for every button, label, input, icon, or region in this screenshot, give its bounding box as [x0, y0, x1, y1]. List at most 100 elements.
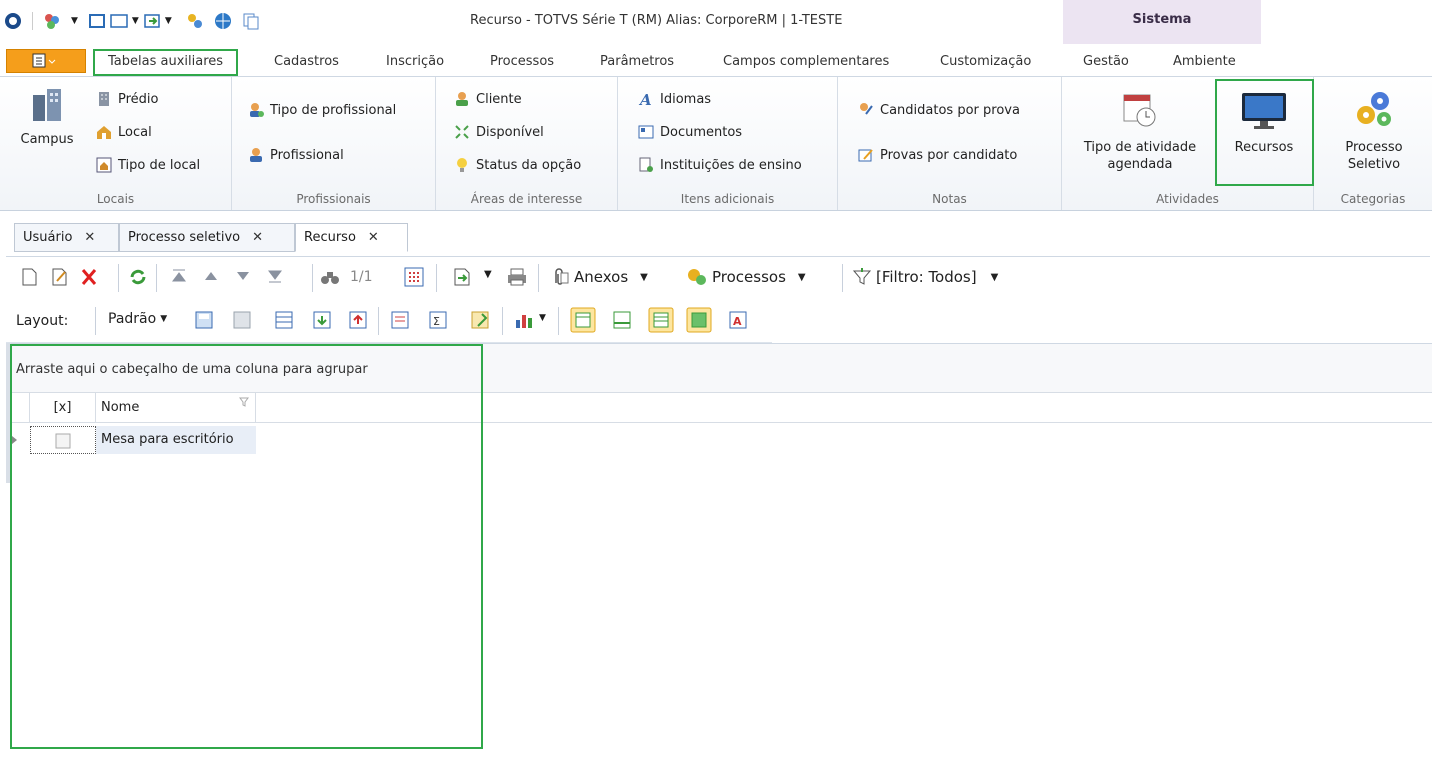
tipo-de-profissional-button[interactable]: Tipo de profissional	[248, 102, 396, 118]
group-label-areas: Áreas de interesse	[470, 192, 583, 206]
separator	[502, 307, 503, 335]
dropdown-arrow-icon[interactable]: ▼	[71, 16, 78, 26]
tab-customizacao[interactable]: Customização	[940, 51, 1031, 74]
predio-button[interactable]: Prédio	[96, 91, 159, 107]
window-title: Recurso - TOTVS Série T (RM) Alias: Corp…	[470, 13, 843, 28]
client-icon	[456, 92, 468, 106]
next-record-icon[interactable]	[234, 267, 252, 285]
svg-text:A: A	[638, 91, 652, 107]
processo-label: Processo	[1345, 140, 1403, 155]
tools-icon[interactable]	[186, 12, 204, 30]
last-record-icon[interactable]	[266, 267, 284, 285]
fields-icon[interactable]	[390, 310, 410, 330]
instituicoes-de-ensino-button[interactable]: Instituições de ensino	[638, 157, 802, 173]
lightbulb-icon	[457, 158, 467, 172]
footer-toggle-icon[interactable]	[612, 310, 632, 330]
first-record-icon[interactable]	[170, 267, 188, 285]
copy-icon[interactable]	[242, 12, 260, 30]
dropdown-arrow-icon[interactable]: ▼	[539, 313, 546, 323]
dropdown-arrow-icon[interactable]: ▼	[132, 16, 139, 26]
auto-filter-toggle-icon[interactable]	[686, 307, 712, 333]
layout-icon[interactable]	[110, 12, 128, 30]
tab-inscricao[interactable]: Inscrição	[386, 51, 444, 74]
disponivel-button[interactable]: Disponível	[454, 124, 544, 140]
export-icon[interactable]	[143, 12, 161, 30]
file-menu-button[interactable]	[6, 49, 86, 73]
profissional-button[interactable]: Profissional	[248, 147, 344, 163]
modules-icon[interactable]	[43, 12, 61, 30]
group-label-categorias: Categorias	[1340, 192, 1406, 206]
grid-view-icon[interactable]	[404, 267, 424, 287]
provas-por-candidato-button[interactable]: Provas por candidato	[858, 147, 1017, 163]
doc-tab-processo-seletivo[interactable]: Processo seletivo ✕	[119, 223, 295, 252]
record-counter: 1/1	[350, 269, 373, 285]
person-icon	[250, 148, 262, 162]
documentos-button[interactable]: Documentos	[638, 124, 742, 140]
group-panel-toggle-icon[interactable]	[570, 307, 596, 333]
gears-icon	[1357, 92, 1391, 126]
process-run-icon[interactable]	[452, 267, 472, 287]
gear-green-icon	[688, 269, 706, 285]
print-icon[interactable]	[506, 267, 528, 287]
previous-record-icon[interactable]	[202, 267, 220, 285]
tab-parametros[interactable]: Parâmetros	[600, 51, 674, 74]
tab-campos-complementares[interactable]: Campos complementares	[723, 51, 889, 74]
binoculars-icon[interactable]	[320, 268, 340, 286]
close-icon[interactable]: ✕	[84, 230, 95, 245]
tab-gestao[interactable]: Gestão	[1083, 51, 1129, 74]
dropdown-arrow-icon: ▼	[990, 271, 999, 283]
tab-tabelas-auxiliares[interactable]: Tabelas auxiliares	[93, 49, 239, 76]
globe-icon[interactable]	[214, 12, 232, 30]
new-icon[interactable]	[20, 267, 38, 287]
filter-icon	[852, 268, 872, 285]
format-icon[interactable]	[470, 310, 490, 330]
building-icon	[99, 92, 109, 106]
tab-processos[interactable]: Processos	[490, 51, 554, 74]
import-layout-icon[interactable]	[312, 310, 332, 330]
window-icon[interactable]	[88, 12, 106, 30]
appearance-icon[interactable]: A	[728, 310, 748, 330]
group-label-atividades: Atividades	[1156, 192, 1219, 206]
separator	[378, 307, 379, 335]
campus-button[interactable]: Campus	[12, 87, 82, 148]
predio-label: Prédio	[118, 91, 159, 107]
processo-seletivo-button[interactable]: Processo Seletivo	[1324, 89, 1424, 173]
processos-button[interactable]: Processos ▼	[686, 267, 806, 287]
tipo-de-atividade-agendada-button[interactable]: Tipo de atividade agendada	[1072, 91, 1208, 173]
doc-tab-recurso[interactable]: Recurso ✕	[295, 223, 408, 252]
paperclip-icon	[555, 268, 569, 285]
tab-ambiente[interactable]: Ambiente	[1173, 51, 1236, 74]
columns-icon[interactable]	[274, 310, 294, 330]
close-icon[interactable]: ✕	[252, 230, 263, 245]
filter-row-toggle-icon[interactable]	[648, 307, 674, 333]
app-logo-icon[interactable]	[4, 12, 22, 30]
edit-icon[interactable]	[50, 267, 68, 287]
refresh-icon[interactable]	[128, 267, 148, 287]
chart-icon[interactable]	[514, 310, 536, 330]
group-profissionais: Tipo de profissional Profissional Profis…	[232, 77, 436, 210]
save-layout-disabled-icon[interactable]	[232, 310, 252, 330]
anexos-button[interactable]: Anexos ▼	[550, 267, 648, 287]
dropdown-arrow-icon[interactable]: ▼	[484, 269, 492, 280]
save-layout-icon[interactable]	[194, 310, 214, 330]
dropdown-arrow-icon: ▼	[160, 314, 168, 324]
group-itens-adicionais: A Idiomas Documentos Instituições de ensi…	[618, 77, 838, 210]
filtro-button[interactable]: [Filtro: Todos] ▼	[852, 267, 998, 287]
candidatos-por-prova-button[interactable]: Candidatos por prova	[858, 102, 1020, 118]
idiomas-button[interactable]: A Idiomas	[638, 91, 711, 107]
padrao-dropdown[interactable]: Padrão ▼	[108, 311, 167, 327]
dropdown-arrow-icon[interactable]: ▼	[165, 16, 172, 26]
agendada-label: agendada	[1107, 157, 1173, 172]
delete-icon[interactable]	[80, 267, 98, 287]
tipo-de-local-button[interactable]: Tipo de local	[96, 157, 200, 173]
tab-cadastros[interactable]: Cadastros	[274, 51, 339, 74]
font-a-icon: A	[638, 91, 652, 107]
doc-tab-usuario[interactable]: Usuário ✕	[14, 223, 119, 252]
export-layout-icon[interactable]	[348, 310, 368, 330]
local-button[interactable]: Local	[96, 124, 152, 140]
cliente-button[interactable]: Cliente	[454, 91, 522, 107]
close-icon[interactable]: ✕	[368, 230, 379, 245]
status-da-opcao-button[interactable]: Status da opção	[454, 157, 581, 173]
sum-icon[interactable]: Σ	[428, 310, 448, 330]
candidatos-por-prova-label: Candidatos por prova	[880, 102, 1020, 118]
